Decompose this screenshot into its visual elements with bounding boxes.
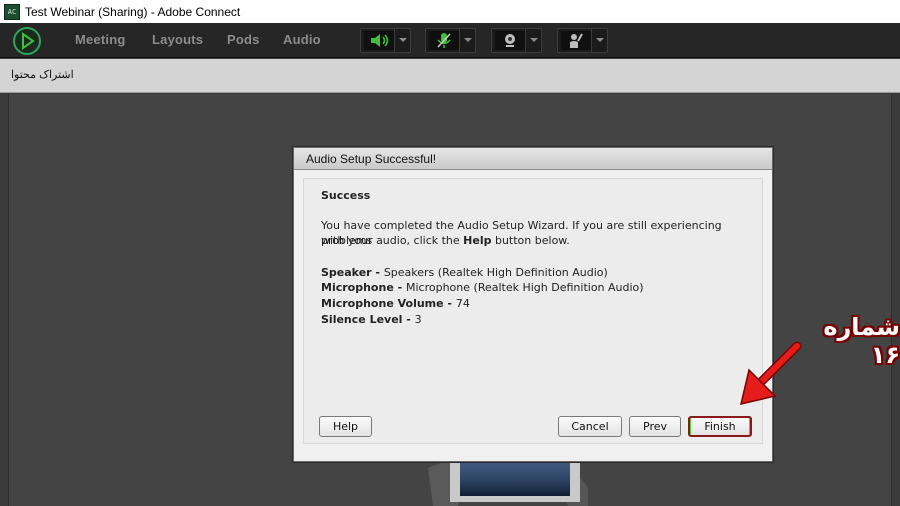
menu-audio[interactable]: Audio xyxy=(283,32,321,47)
webcam-toggle-button[interactable] xyxy=(491,28,542,53)
detail-label: Microphone Volume - xyxy=(321,297,456,310)
webcam-icon xyxy=(495,31,525,50)
adobe-connect-logo-icon xyxy=(13,27,41,55)
window-titlebar: AC Test Webinar (Sharing) - Adobe Connec… xyxy=(0,0,900,23)
detail-speaker: Speaker - Speakers (Realtek High Definit… xyxy=(321,265,608,280)
dialog-heading: Success xyxy=(321,189,371,202)
raise-hand-status-button[interactable] xyxy=(557,28,608,53)
help-button[interactable]: Help xyxy=(319,416,372,437)
share-pod-title: اشتراک محتوا xyxy=(11,69,74,81)
detail-label: Microphone - xyxy=(321,281,406,294)
cancel-button[interactable]: Cancel xyxy=(558,416,622,437)
prev-button[interactable]: Prev xyxy=(629,416,681,437)
menu-meeting[interactable]: Meeting xyxy=(75,32,126,47)
finish-button[interactable]: Finish xyxy=(688,416,752,437)
microphone-dropdown-chevron-icon[interactable] xyxy=(459,29,475,52)
laptop-illustration-icon xyxy=(428,458,588,506)
detail-value: 74 xyxy=(455,297,470,310)
detail-value: Microphone (Realtek High Definition Audi… xyxy=(406,281,644,294)
detail-value: Speakers (Realtek High Definition Audio) xyxy=(383,266,608,279)
detail-label: Silence Level - xyxy=(321,313,415,326)
window-title: Test Webinar (Sharing) - Adobe Connect xyxy=(25,4,241,19)
audio-setup-dialog: Audio Setup Successful! Success You have… xyxy=(293,147,773,462)
raise-hand-icon xyxy=(561,31,591,50)
dialog-message-line-2: with your audio, click the Help button b… xyxy=(321,233,570,248)
adobe-connect-app-icon: AC xyxy=(4,3,20,20)
detail-microphone-volume: Microphone Volume - 74 xyxy=(321,296,470,311)
webcam-dropdown-chevron-icon[interactable] xyxy=(525,29,541,52)
detail-microphone: Microphone - Microphone (Realtek High De… xyxy=(321,280,644,295)
menu-layouts[interactable]: Layouts xyxy=(152,32,203,47)
speaker-dropdown-chevron-icon[interactable] xyxy=(394,29,410,52)
speaker-icon xyxy=(364,31,394,50)
status-dropdown-chevron-icon[interactable] xyxy=(591,29,607,52)
microphone-toggle-button[interactable] xyxy=(425,28,476,53)
share-pod-header: اشتراک محتوا xyxy=(0,59,900,93)
microphone-muted-icon xyxy=(429,31,459,50)
speaker-toggle-button[interactable] xyxy=(360,28,411,53)
message-help-word: Help xyxy=(463,234,492,247)
message-text: with your audio, click the xyxy=(321,234,464,247)
meeting-menubar: Meeting Layouts Pods Audio xyxy=(0,23,900,58)
menu-pods[interactable]: Pods xyxy=(227,32,260,47)
message-text: button below. xyxy=(491,234,570,247)
annotation-arrow-icon xyxy=(739,341,802,406)
detail-silence-level: Silence Level - 3 xyxy=(321,312,422,327)
dialog-title: Audio Setup Successful! xyxy=(294,148,772,170)
detail-value: 3 xyxy=(414,313,422,326)
detail-label: Speaker - xyxy=(321,266,384,279)
